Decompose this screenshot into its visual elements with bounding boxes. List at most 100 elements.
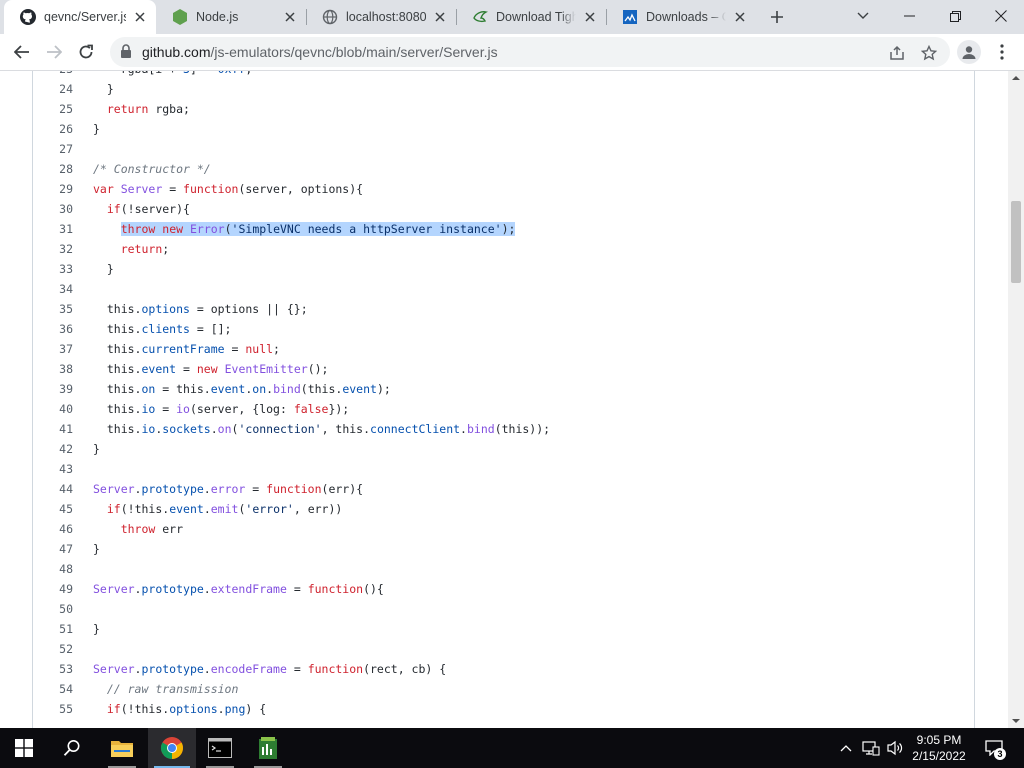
address-bar[interactable]: github.com/js-emulators/qevnc/blob/main/… xyxy=(110,37,950,67)
lock-icon[interactable] xyxy=(120,44,134,60)
tab-qevnc-server[interactable]: qevnc/Server.js xyxy=(4,0,156,34)
close-tab-icon[interactable] xyxy=(582,9,598,25)
line-number[interactable]: 45 xyxy=(33,499,73,519)
taskbar-command-prompt[interactable] xyxy=(196,728,244,768)
tab-title: Downloads – Oi xyxy=(646,10,726,24)
share-icon[interactable] xyxy=(888,44,906,62)
tab-downloads[interactable]: Downloads – Oi xyxy=(606,0,756,34)
forward-button[interactable] xyxy=(40,38,68,66)
line-number[interactable]: 37 xyxy=(33,339,73,359)
tab-nodejs[interactable]: Node.js xyxy=(156,0,306,34)
code-viewer: 23 rgba[i + 3] = 0xff;24 } 25 return rgba… xyxy=(32,71,975,728)
line-number[interactable]: 46 xyxy=(33,519,73,539)
code-text: } xyxy=(93,82,114,96)
line-number[interactable]: 50 xyxy=(33,599,73,619)
close-window-button[interactable] xyxy=(978,0,1024,32)
scroll-down-icon[interactable] xyxy=(1012,717,1020,725)
restore-button[interactable] xyxy=(932,0,978,32)
code-line: 34 xyxy=(33,279,973,299)
code-text: var Server = function(server, options){ xyxy=(93,182,364,196)
reload-button[interactable] xyxy=(72,38,100,66)
vertical-scrollbar[interactable] xyxy=(1008,71,1024,728)
line-number[interactable]: 23 xyxy=(33,71,73,79)
line-number[interactable]: 47 xyxy=(33,539,73,559)
browser-menu-icon[interactable] xyxy=(992,40,1012,64)
bookmark-star-icon[interactable] xyxy=(920,44,938,62)
network-status-button[interactable] xyxy=(860,728,882,768)
close-tab-icon[interactable] xyxy=(432,9,448,25)
windows-taskbar: 9:05 PM 2/15/2022 3 xyxy=(0,728,1024,768)
tab-localhost[interactable]: localhost:8080 xyxy=(306,0,456,34)
line-number[interactable]: 55 xyxy=(33,699,73,719)
code-text: return rgba; xyxy=(106,102,190,116)
line-number[interactable]: 24 xyxy=(33,79,73,99)
new-tab-button[interactable] xyxy=(765,5,789,29)
folder-icon xyxy=(111,741,133,757)
line-number[interactable]: 43 xyxy=(33,459,73,479)
line-number[interactable]: 35 xyxy=(33,299,73,319)
back-button[interactable] xyxy=(8,38,36,66)
line-number[interactable]: 29 xyxy=(33,179,73,199)
line-number[interactable]: 27 xyxy=(33,139,73,159)
line-number[interactable]: 41 xyxy=(33,419,73,439)
code-line: 31 throw new Error('SimpleVNC needs a ht… xyxy=(33,219,973,239)
close-tab-icon[interactable] xyxy=(732,9,748,25)
close-tab-icon[interactable] xyxy=(282,9,298,25)
tab-download-tightvnc[interactable]: Download Tight xyxy=(456,0,606,34)
line-number[interactable]: 44 xyxy=(33,479,73,499)
line-number[interactable]: 26 xyxy=(33,119,73,139)
line-number[interactable]: 52 xyxy=(33,639,73,659)
line-number[interactable]: 53 xyxy=(33,659,73,679)
line-number[interactable]: 34 xyxy=(33,279,73,299)
line-number[interactable]: 25 xyxy=(33,99,73,119)
tab-title: Download Tight xyxy=(496,10,576,24)
show-hidden-icons-button[interactable] xyxy=(836,728,856,768)
code-text: this.clients = []; xyxy=(93,322,232,336)
taskbar-notepad[interactable] xyxy=(244,728,292,768)
line-number[interactable]: 49 xyxy=(33,579,73,599)
start-button[interactable] xyxy=(0,728,48,768)
code-text: this.io.sockets.on('connection', this.co… xyxy=(93,422,551,436)
code-line: 23 rgba[i + 3] = 0xff; xyxy=(33,71,973,79)
action-center-button[interactable]: 3 xyxy=(982,728,1006,768)
code-text: throw new Error('SimpleVNC needs a httpS… xyxy=(93,219,516,239)
line-number[interactable]: 32 xyxy=(33,239,73,259)
code-text: // raw transmission xyxy=(106,682,239,696)
code-text: this.event = new EventEmitter(); xyxy=(93,362,329,376)
code-text: this.currentFrame = null; xyxy=(93,342,280,356)
line-number[interactable]: 40 xyxy=(33,399,73,419)
code-line: 27 xyxy=(33,139,973,159)
code-line: 48 xyxy=(33,559,973,579)
line-number[interactable]: 48 xyxy=(33,559,73,579)
tab-strip: qevnc/Server.js Node.js localhost:8080 D… xyxy=(0,0,1024,34)
url-host: github.com xyxy=(142,44,211,60)
scroll-up-icon[interactable] xyxy=(1012,74,1020,82)
selected-text[interactable]: throw new Error('SimpleVNC needs a httpS… xyxy=(120,222,516,236)
line-number[interactable]: 38 xyxy=(33,359,73,379)
scrollbar-thumb[interactable] xyxy=(1011,201,1021,283)
line-number[interactable]: 36 xyxy=(33,319,73,339)
line-number[interactable]: 42 xyxy=(33,439,73,459)
line-number[interactable]: 39 xyxy=(33,379,73,399)
taskbar-file-explorer[interactable] xyxy=(98,728,146,768)
taskbar-chrome[interactable] xyxy=(148,728,196,768)
profile-avatar-icon[interactable] xyxy=(957,40,981,64)
line-number[interactable]: 33 xyxy=(33,259,73,279)
line-number[interactable]: 51 xyxy=(33,619,73,639)
line-number[interactable]: 28 xyxy=(33,159,73,179)
system-clock[interactable]: 9:05 PM 2/15/2022 xyxy=(905,732,973,764)
tab-title: localhost:8080 xyxy=(346,10,426,24)
terminal-icon xyxy=(208,738,232,758)
address-url[interactable]: github.com/js-emulators/qevnc/blob/main/… xyxy=(142,44,498,60)
code-text: } xyxy=(93,122,100,136)
minimize-button[interactable] xyxy=(886,0,932,32)
line-number[interactable]: 31 xyxy=(33,219,73,239)
close-tab-icon[interactable] xyxy=(132,9,148,25)
line-number[interactable]: 30 xyxy=(33,199,73,219)
line-number[interactable]: 54 xyxy=(33,679,73,699)
nodejs-icon xyxy=(172,9,188,25)
volume-button[interactable] xyxy=(884,728,906,768)
tab-search-icon[interactable] xyxy=(840,0,886,32)
url-path: /js-emulators/qevnc/blob/main/server/Ser… xyxy=(210,44,498,60)
search-button[interactable] xyxy=(48,728,96,768)
